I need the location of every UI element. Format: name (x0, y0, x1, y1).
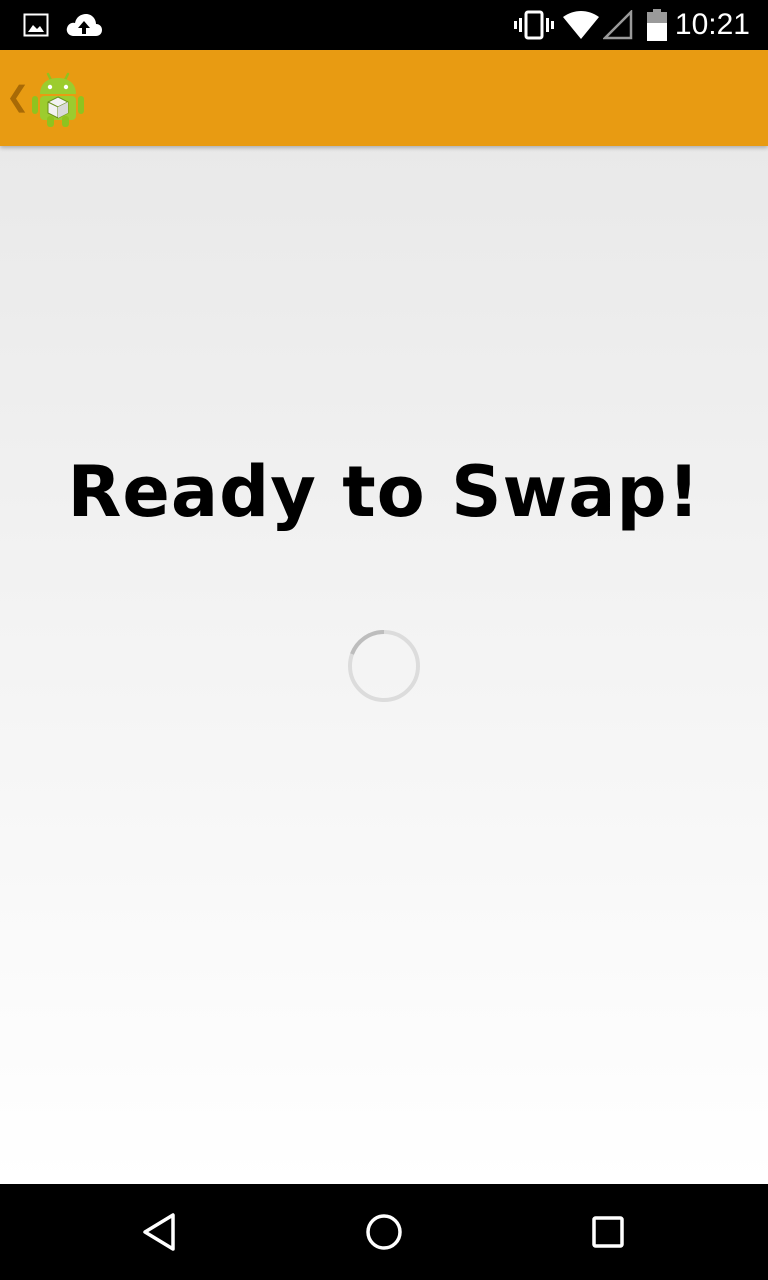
image-icon (22, 0, 50, 50)
vibrate-icon (514, 0, 554, 50)
status-bar: 10:21 (0, 0, 768, 50)
action-bar: ❮ (0, 50, 768, 146)
cloud-upload-icon (64, 0, 104, 50)
ready-title: Ready to Swap! (67, 451, 701, 533)
recents-button[interactable] (548, 1184, 668, 1280)
wifi-icon (562, 0, 600, 50)
navigation-bar (0, 1184, 768, 1280)
back-button[interactable] (100, 1184, 220, 1280)
home-button[interactable] (324, 1184, 444, 1280)
cell-signal-icon (602, 0, 634, 50)
up-button[interactable]: ❮ (0, 50, 88, 146)
status-time: 10:21 (674, 8, 750, 41)
back-icon (143, 1213, 175, 1251)
android-app-icon (32, 72, 84, 127)
home-icon (366, 1214, 402, 1250)
chevron-left-icon: ❮ (6, 80, 30, 113)
battery-icon (644, 0, 670, 50)
loading-spinner-icon (348, 629, 420, 702)
recents-icon (592, 1216, 624, 1248)
main-content: Ready to Swap! (0, 146, 768, 1184)
